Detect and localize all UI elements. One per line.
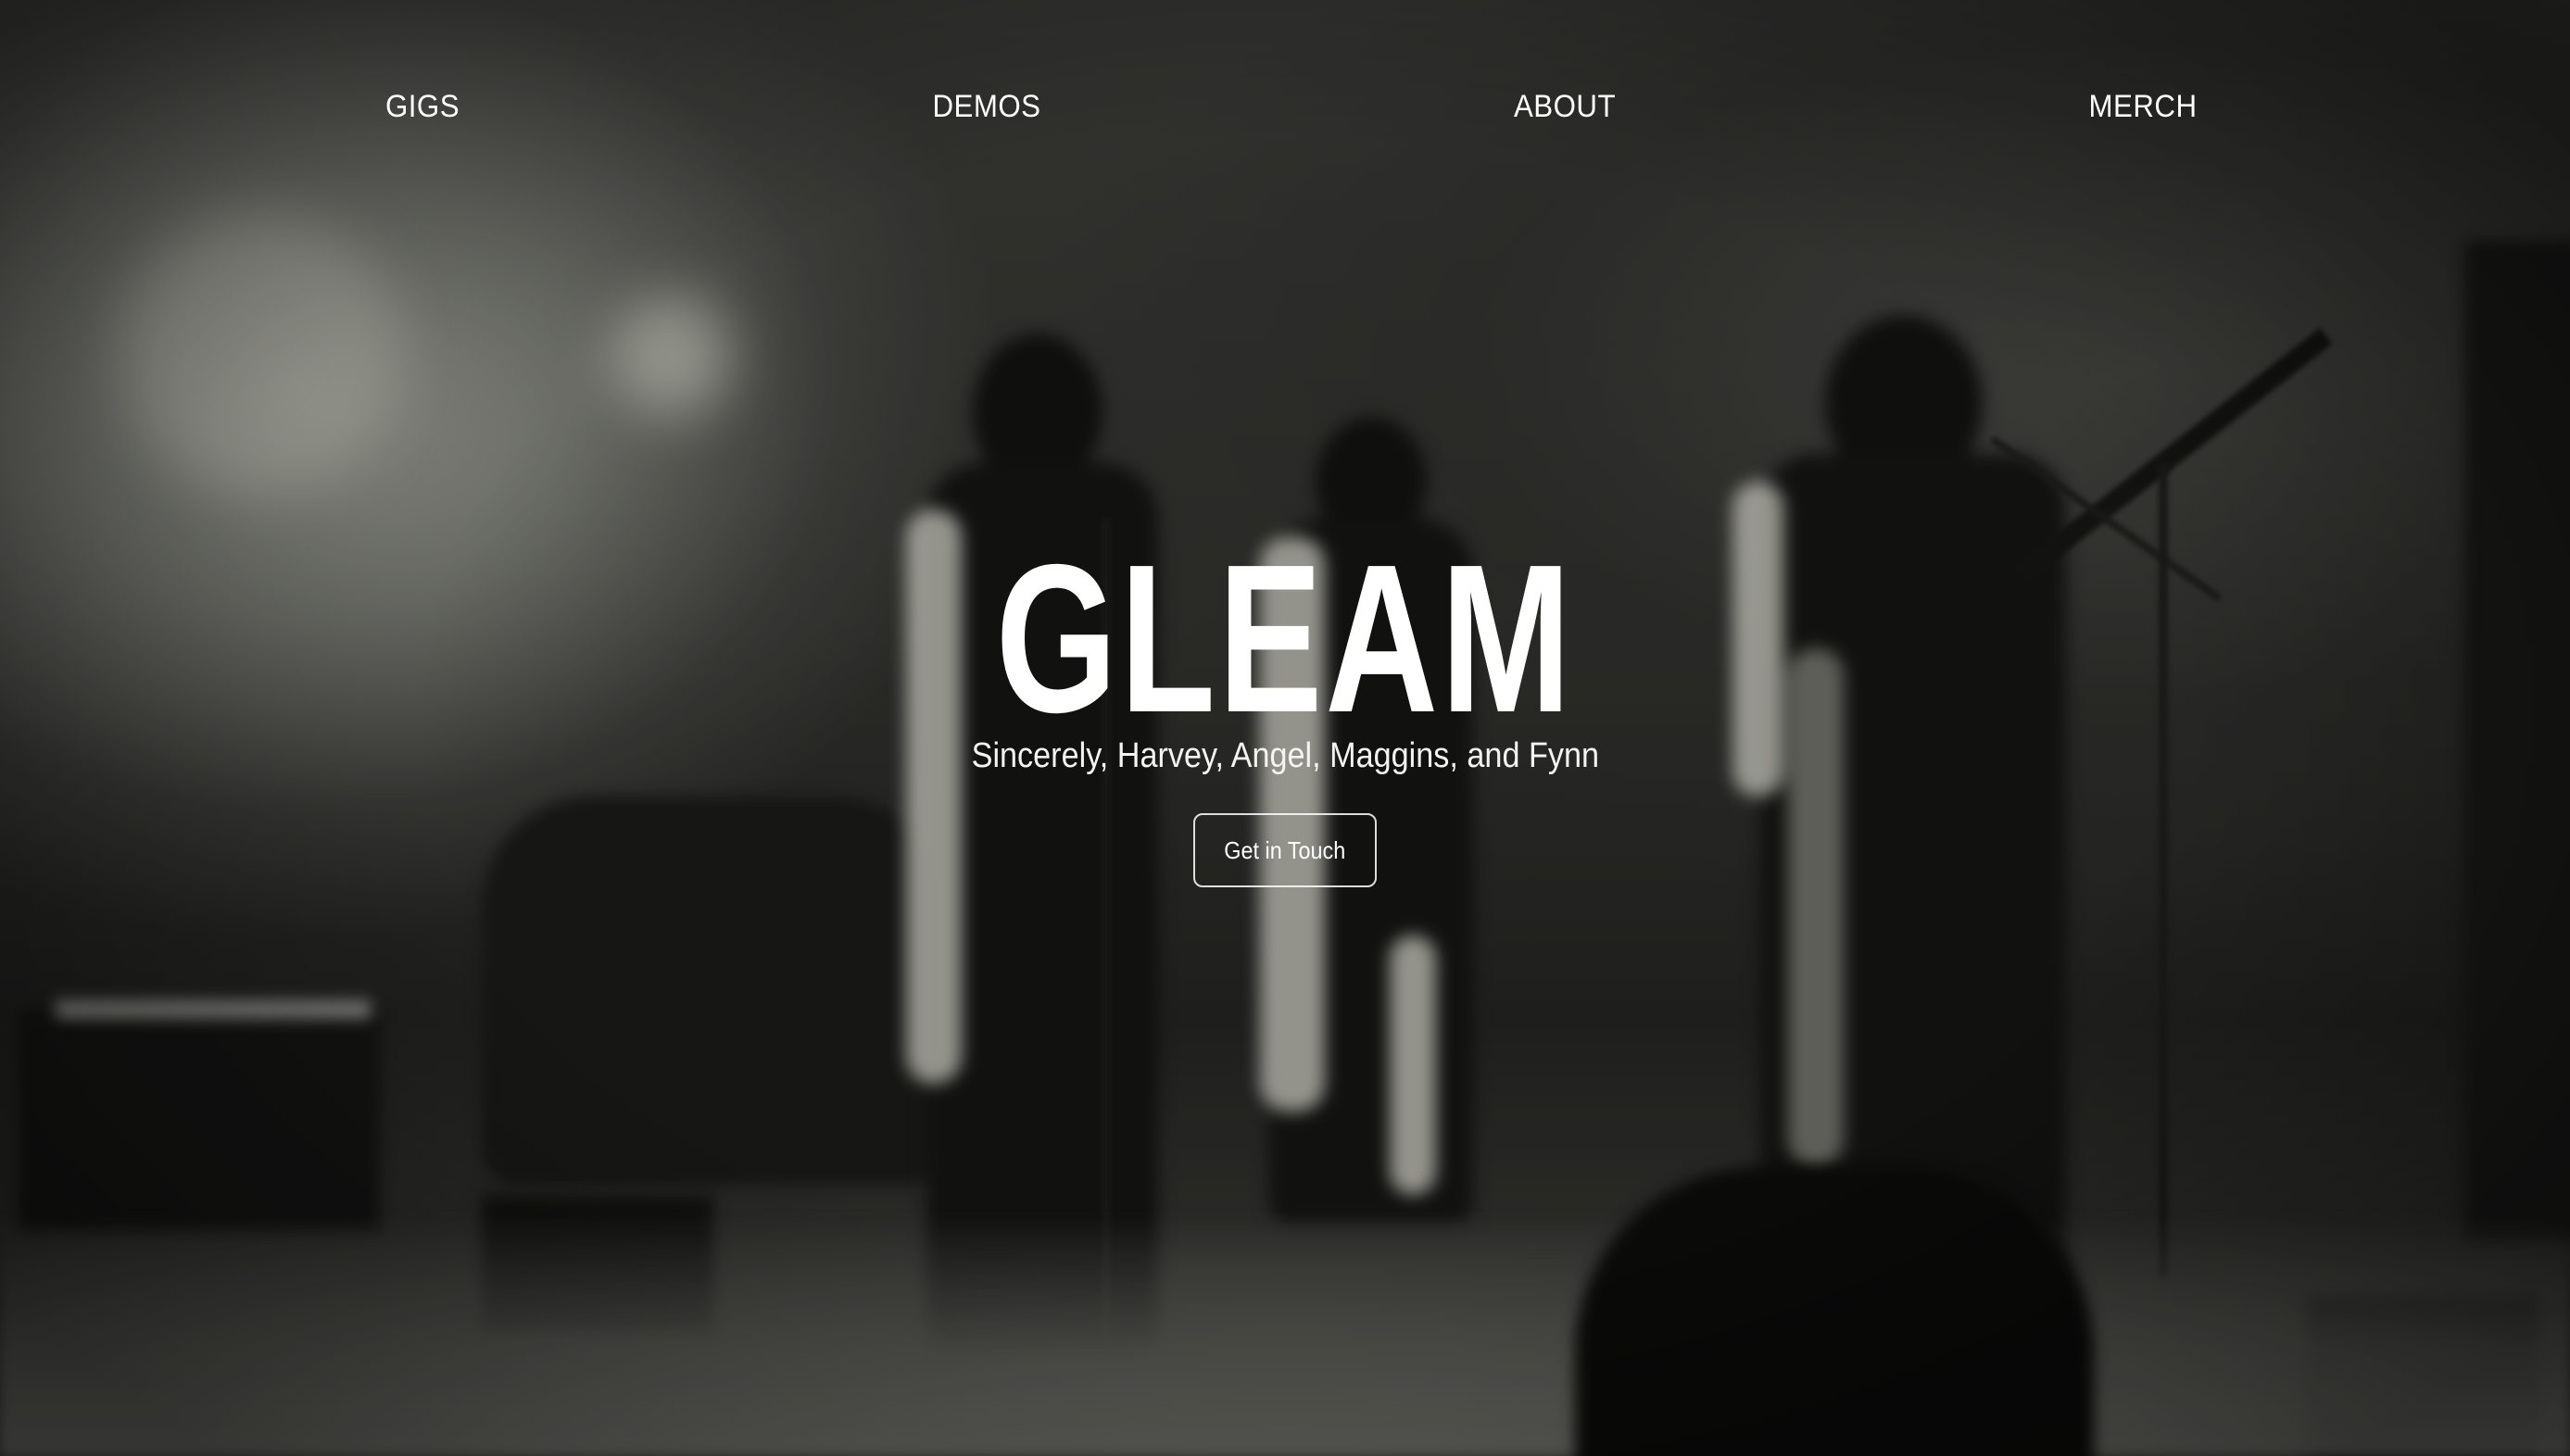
hero-section: GLEAM Sincerely, Harvey, Angel, Maggins,… xyxy=(0,521,2570,887)
nav-link-about[interactable]: ABOUT xyxy=(1509,89,1620,125)
nav-link-merch-label: MERCH xyxy=(2088,89,2198,124)
top-navigation: GIGS DEMOS ABOUT MERCH xyxy=(0,89,2570,133)
nav-link-gigs-label: GIGS xyxy=(384,89,460,124)
get-in-touch-button-label: Get in Touch xyxy=(1224,836,1346,864)
nav-link-demos[interactable]: DEMOS xyxy=(927,89,1045,125)
band-members-subtitle: Sincerely, Harvey, Angel, Maggins, and F… xyxy=(0,734,2570,778)
page: GIGS DEMOS ABOUT MERCH GLEAM Sincerely, … xyxy=(0,0,2570,1456)
nav-link-demos-label: DEMOS xyxy=(932,89,1041,124)
band-members-subtitle-text: Sincerely, Harvey, Angel, Maggins, and F… xyxy=(971,736,1599,775)
nav-link-merch[interactable]: MERCH xyxy=(2084,89,2201,125)
nav-link-gigs[interactable]: GIGS xyxy=(382,89,462,125)
get-in-touch-button[interactable]: Get in Touch xyxy=(1193,813,1377,887)
band-title: GLEAM xyxy=(995,521,1575,757)
nav-link-about-label: ABOUT xyxy=(1513,89,1617,124)
